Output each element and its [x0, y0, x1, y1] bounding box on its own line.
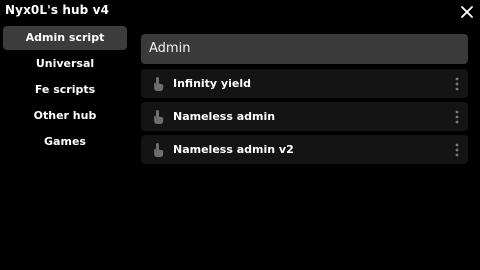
sidebar-item-fe-scripts[interactable]: Fe scripts — [3, 78, 127, 102]
hand-pointer-icon — [154, 77, 164, 91]
section-header: Admin — [141, 34, 468, 64]
script-label: Infinity yield — [173, 77, 251, 90]
window-title: Nyx0L's hub v4 — [5, 3, 110, 17]
script-row-infinity-yield[interactable]: Infinity yield — [141, 69, 468, 98]
hand-pointer-icon — [154, 110, 164, 124]
more-options-icon[interactable] — [454, 142, 460, 158]
hand-pointer-icon — [154, 143, 164, 157]
more-options-icon[interactable] — [454, 76, 460, 92]
sidebar-item-universal[interactable]: Universal — [3, 52, 127, 76]
script-label: Nameless admin — [173, 110, 276, 123]
script-row-nameless-admin[interactable]: Nameless admin — [141, 102, 468, 131]
close-icon — [461, 6, 473, 18]
script-list: Infinity yield Nameless admin Nameless a… — [141, 69, 468, 168]
sidebar-item-games[interactable]: Games — [3, 130, 127, 154]
sidebar-item-admin-script[interactable]: Admin script — [3, 26, 127, 50]
sidebar-item-other-hub[interactable]: Other hub — [3, 104, 127, 128]
script-row-nameless-admin-v2[interactable]: Nameless admin v2 — [141, 135, 468, 164]
close-button[interactable] — [459, 4, 475, 20]
sidebar: Admin script Universal Fe scripts Other … — [3, 26, 127, 156]
more-options-icon[interactable] — [454, 109, 460, 125]
script-label: Nameless admin v2 — [173, 143, 294, 156]
